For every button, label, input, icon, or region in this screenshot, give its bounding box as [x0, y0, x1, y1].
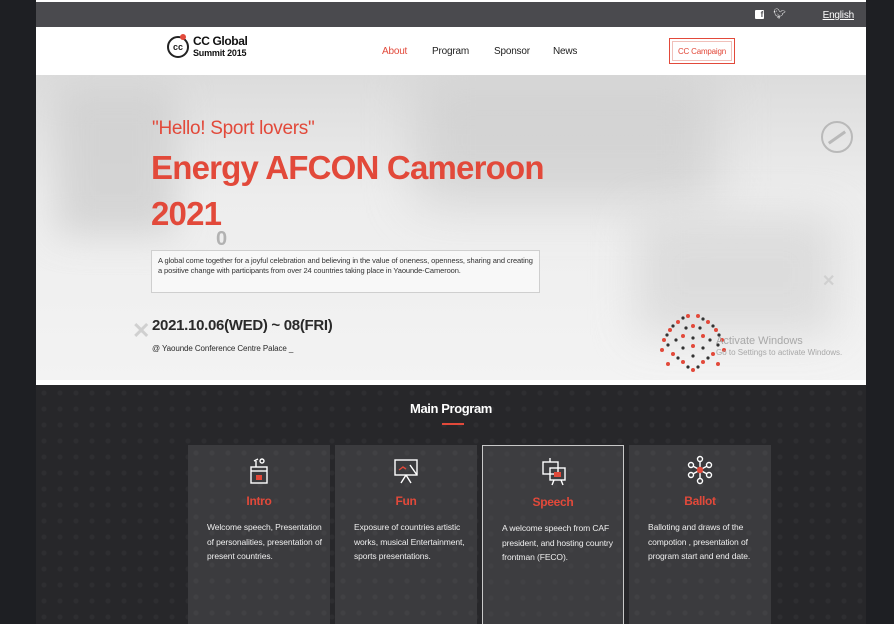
browser-viewport: f 🐦︎ English cc CC Global Summit 2015 Ab… [36, 0, 866, 624]
section-title: Main Program [410, 401, 492, 416]
logo-line2: Summit 2015 [193, 48, 247, 58]
nav-item-sponsor[interactable]: Sponsor [494, 46, 553, 57]
card-title: Fun [395, 494, 417, 508]
nav-item-program[interactable]: Program [432, 46, 494, 57]
cross-decoration-icon: ✕ [822, 273, 836, 290]
card-title: Speech [532, 495, 574, 509]
windows-activation-watermark: Activate Windows Go to Settings to activ… [716, 336, 842, 358]
main-navbar: cc CC Global Summit 2015 About Program S… [36, 27, 866, 75]
network-icon [687, 455, 713, 485]
hero-title-line1: Energy AFCON Cameroon [151, 149, 545, 186]
decorative-zero: 0 [216, 228, 228, 250]
hero-description: A global come together for a joyful cele… [151, 250, 540, 293]
event-venue: @ Yaounde Conference Centre Palace _ [152, 344, 294, 353]
hero-title-line2: 2021 [151, 195, 222, 232]
card-description: Welcome speech, Presentation of personal… [207, 522, 322, 561]
card-description: Balloting and draws of the compotion , p… [648, 522, 751, 561]
twitter-icon[interactable]: 🐦︎ [773, 10, 786, 20]
hero-banner: "Hello! Sport lovers" Energy AFCON Camer… [36, 75, 866, 380]
site-logo[interactable]: cc CC Global Summit 2015 [167, 34, 248, 58]
cross-decoration-icon: ✕ [132, 318, 151, 343]
cc-campaign-button[interactable]: CC Campaign [669, 38, 735, 64]
watermark-line2: Go to Settings to activate Windows. [716, 348, 843, 357]
logo-line1: CC Global [193, 34, 248, 48]
slides-icon [542, 458, 566, 486]
program-card-intro[interactable]: Intro Welcome speech, Presentation of pe… [188, 445, 330, 624]
logo-text: CC Global Summit 2015 [193, 34, 248, 58]
card-description: Exposure of countries artistic works, mu… [354, 522, 465, 561]
program-card-speech[interactable]: Speech A welcome speech from CAF preside… [482, 445, 624, 624]
language-selector[interactable]: English [823, 10, 855, 21]
watermark-line1: Activate Windows [716, 335, 803, 347]
nav-menu: About Program Sponsor News [382, 46, 593, 57]
no-entry-icon [821, 121, 853, 153]
nav-item-news[interactable]: News [553, 46, 593, 57]
podium-icon [250, 458, 268, 484]
title-underline [442, 423, 464, 425]
card-title: Intro [246, 494, 272, 508]
hero-greeting: "Hello! Sport lovers" [152, 118, 315, 139]
presentation-board-icon [394, 459, 418, 484]
card-title: Ballot [684, 494, 716, 508]
cc-logo-icon: cc [167, 34, 189, 58]
program-card-fun[interactable]: Fun Exposure of countries artistic works… [335, 445, 477, 624]
card-description: A welcome speech from CAF president, and… [502, 523, 613, 562]
nav-item-about[interactable]: About [382, 46, 432, 57]
event-date: 2021.10.06(WED) ~ 08(FRI) [152, 317, 333, 334]
program-card-ballot[interactable]: Ballot Balloting and draws of the compot… [629, 445, 771, 624]
main-program-section: Main Program Intro Welcome speech, Prese… [36, 385, 866, 624]
top-utility-bar: f 🐦︎ English [36, 2, 866, 27]
hero-title: Energy AFCON Cameroon 2021 [151, 145, 671, 237]
social-links: f 🐦︎ [755, 10, 786, 20]
facebook-icon[interactable]: f [755, 10, 765, 19]
